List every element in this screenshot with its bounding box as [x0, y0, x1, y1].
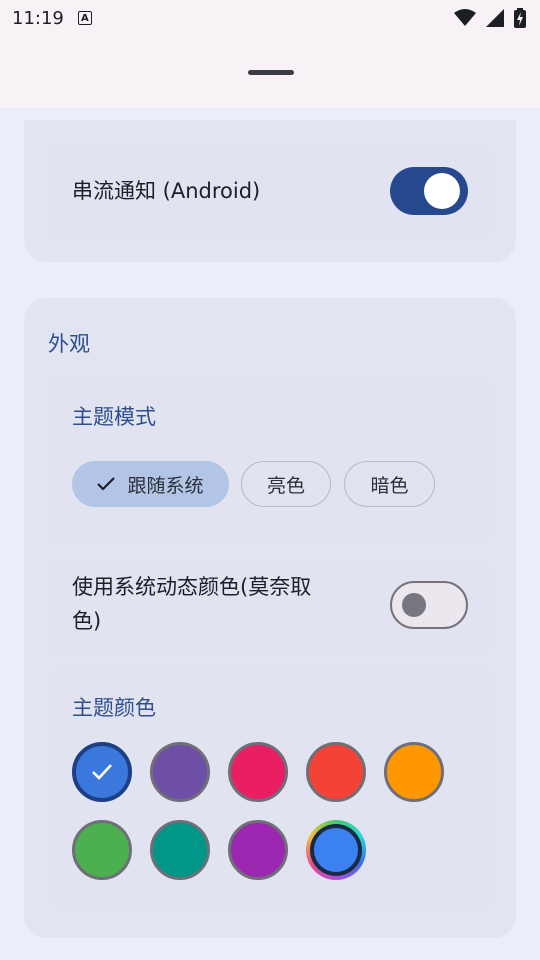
drag-handle[interactable] — [248, 70, 294, 75]
switch-knob — [402, 593, 426, 617]
color-swatch[interactable] — [150, 742, 210, 802]
stream-settings-card: 串流通知 (Android) — [24, 120, 516, 262]
color-swatch[interactable] — [384, 742, 444, 802]
chip-label: 暗色 — [370, 474, 409, 497]
dynamic-color-switch[interactable] — [390, 581, 468, 629]
dynamic-color-label-line2: 色) — [72, 609, 102, 633]
theme-mode-chip-dark[interactable]: 暗色 — [344, 461, 435, 507]
color-swatch[interactable] — [72, 742, 132, 802]
theme-mode-title: 主题模式 — [72, 405, 156, 429]
cell-signal-icon — [486, 9, 504, 27]
appearance-title: 外观 — [48, 332, 90, 356]
appearance-card: 外观 主题模式 跟随系统 亮色 暗色 使用系统动态颜色(莫奈取 色) 主题颜色 — [24, 298, 516, 938]
wifi-icon — [454, 9, 476, 26]
clock: 11:19 — [12, 7, 64, 29]
stream-notify-row[interactable]: 串流通知 (Android) — [48, 144, 492, 238]
color-swatch[interactable] — [150, 820, 210, 880]
chip-label: 亮色 — [266, 474, 305, 497]
check-icon — [97, 477, 116, 491]
dynamic-color-label-line1: 使用系统动态颜色(莫奈取 — [72, 575, 312, 599]
color-swatch[interactable] — [72, 820, 132, 880]
switch-knob — [424, 173, 460, 209]
bottom-sheet-header — [0, 36, 540, 108]
theme-mode-chip-light[interactable]: 亮色 — [241, 461, 331, 507]
notification-icon: A — [77, 11, 92, 25]
theme-color-title: 主题颜色 — [72, 696, 156, 720]
stream-notify-label: 串流通知 (Android) — [72, 179, 261, 203]
theme-mode-chip-system[interactable]: 跟随系统 — [72, 461, 229, 507]
dynamic-color-row[interactable]: 使用系统动态颜色(莫奈取 色) — [48, 560, 492, 652]
color-swatch[interactable] — [228, 742, 288, 802]
battery-charging-icon — [514, 8, 526, 28]
status-bar: 11:19 A — [0, 0, 540, 36]
custom-color-swatch[interactable] — [306, 820, 366, 880]
theme-mode-section: 主题模式 — [48, 376, 492, 542]
color-swatch[interactable] — [306, 742, 366, 802]
swatch-center — [314, 828, 358, 872]
color-swatch[interactable] — [228, 820, 288, 880]
stream-notify-switch[interactable] — [390, 167, 468, 215]
chip-label: 跟随系统 — [127, 474, 204, 497]
check-icon — [92, 764, 112, 780]
